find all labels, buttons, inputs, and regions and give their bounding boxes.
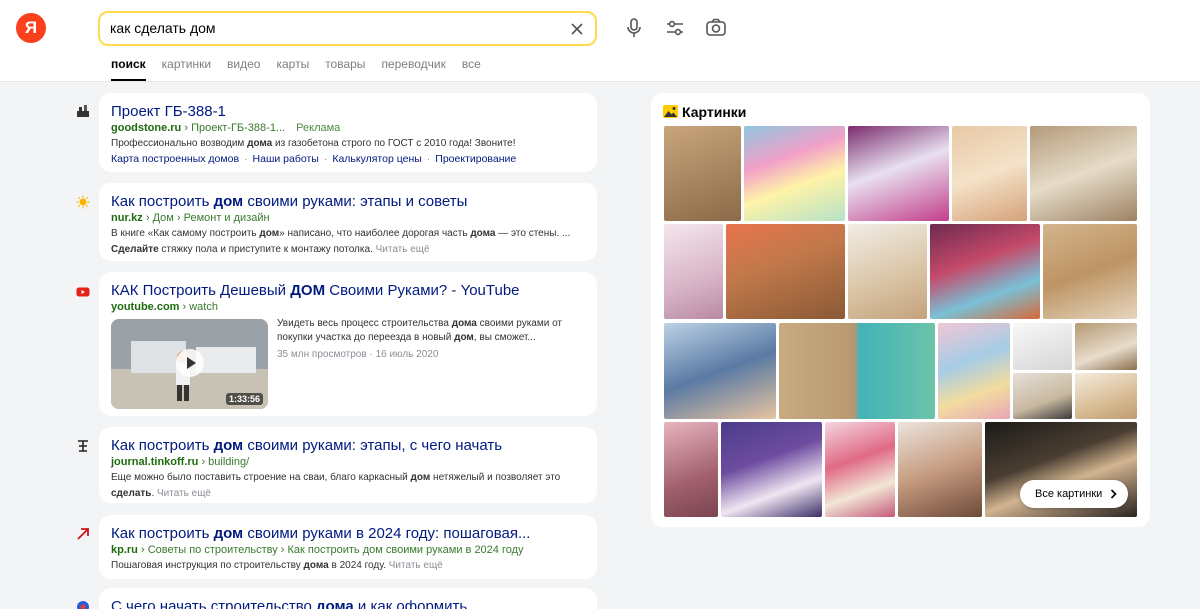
image-thumbnail[interactable] — [726, 224, 845, 319]
result-title[interactable]: КАК Построить Дешевый ДОМ Своими Руками?… — [111, 282, 520, 299]
image-thumbnail[interactable] — [898, 422, 982, 517]
search-result: Как построить дом своими руками: этапы и… — [99, 183, 597, 261]
result-path: › building/ — [201, 456, 250, 468]
result-domain[interactable]: journal.tinkoff.ru — [111, 456, 198, 468]
result-title[interactable]: Как построить дом своими руками в 2024 г… — [111, 525, 530, 542]
search-result: Как построить дом своими руками в 2024 г… — [99, 515, 597, 579]
result-snippet: Еще можно было поставить строение на сва… — [111, 472, 561, 499]
result-url[interactable]: nur.kz › Дом › Ремонт и дизайн — [111, 212, 270, 224]
youtube-favicon — [76, 287, 90, 297]
image-thumbnail[interactable] — [664, 126, 741, 221]
search-input[interactable] — [110, 13, 550, 44]
tab-images[interactable]: картинки — [162, 57, 211, 81]
tab-all[interactable]: все — [462, 57, 481, 81]
result-title[interactable]: Как построить дом своими руками: этапы, … — [111, 437, 502, 454]
search-result: С чего начать строительство дома и как о… — [99, 588, 597, 609]
search-box — [98, 11, 597, 46]
image-thumbnail[interactable] — [952, 126, 1027, 221]
result-url[interactable]: journal.tinkoff.ru › building/ — [111, 456, 249, 468]
image-thumbnail[interactable] — [825, 422, 895, 517]
camera-search-icon[interactable] — [704, 16, 728, 40]
filters-icon[interactable] — [663, 16, 687, 40]
image-thumbnail[interactable] — [664, 224, 723, 319]
result-snippet: Пошаговая инструкция по строительству до… — [111, 560, 443, 571]
ad-label: Реклама — [296, 122, 341, 134]
kp-favicon — [77, 528, 89, 540]
video-meta: 35 млн просмотров · 16 июль 2020 — [277, 349, 439, 360]
sitelink[interactable]: Карта построенных домов — [111, 153, 239, 165]
search-result: Как построить дом своими руками: этапы, … — [99, 427, 597, 503]
video-duration: 1:33:56 — [225, 393, 263, 405]
tab-search[interactable]: поиск — [111, 57, 146, 81]
video-description: Увидеть весь процесс строительства дома … — [277, 318, 563, 343]
result-path: › watch — [182, 301, 218, 313]
chevron-right-icon — [1110, 489, 1117, 499]
search-result-video: КАК Построить Дешевый ДОМ Своими Руками?… — [99, 272, 597, 416]
images-panel: Картинки Все картинки — [651, 93, 1150, 527]
image-thumbnail[interactable] — [938, 323, 1010, 419]
video-thumbnail[interactable]: 1:33:56 — [111, 319, 268, 409]
microphone-icon[interactable] — [622, 16, 646, 40]
result-domain[interactable]: youtube.com — [111, 301, 179, 313]
tab-products[interactable]: товары — [325, 57, 365, 81]
image-thumbnail[interactable] — [664, 323, 776, 419]
site-favicon — [77, 601, 89, 609]
result-domain[interactable]: kp.ru — [111, 544, 138, 556]
search-result: Проект ГБ-388-1 goodstone.ru › Проект-ГБ… — [99, 93, 597, 172]
read-more-link[interactable]: Читать ещё — [157, 488, 211, 499]
all-images-button[interactable]: Все картинки — [1020, 480, 1128, 508]
sitelink[interactable]: Калькулятор цены — [332, 153, 421, 165]
result-path: › Проект-ГБ-388-1... — [184, 122, 286, 134]
tab-maps[interactable]: карты — [276, 57, 309, 81]
image-thumbnail[interactable] — [744, 126, 845, 221]
result-url[interactable]: goodstone.ru › Проект-ГБ-388-1... Реклам… — [111, 122, 340, 134]
image-thumbnail[interactable] — [1013, 323, 1072, 370]
tab-translator[interactable]: переводчик — [381, 57, 445, 81]
image-thumbnail[interactable] — [1075, 373, 1137, 419]
result-domain[interactable]: nur.kz — [111, 212, 143, 224]
result-url[interactable]: youtube.com › watch — [111, 301, 218, 313]
images-icon — [663, 105, 678, 118]
result-path: › Советы по строительству › Как построит… — [140, 544, 524, 556]
result-path: › Дом › Ремонт и дизайн — [145, 212, 270, 224]
image-thumbnail[interactable] — [1013, 373, 1072, 419]
sitelinks: Карта построенных домов · Наши работы · Каль… — [111, 153, 517, 165]
search-tabs: поиск картинки видео карты товары перево… — [111, 57, 497, 81]
header: Я поиск картинки видео карты товары пере… — [0, 0, 1200, 82]
nur-kz-favicon — [76, 195, 90, 209]
image-thumbnail[interactable] — [1075, 323, 1137, 370]
result-title[interactable]: С чего начать строительство дома и как о… — [111, 598, 480, 609]
read-more-link[interactable]: Читать ещё — [389, 560, 443, 571]
image-thumbnail[interactable] — [664, 422, 718, 517]
image-thumbnail[interactable] — [721, 422, 822, 517]
tinkoff-journal-favicon — [78, 440, 88, 452]
image-thumbnail[interactable] — [848, 126, 949, 221]
play-icon[interactable] — [176, 349, 204, 377]
result-snippet: Профессионально возводим дома из газобет… — [111, 138, 516, 149]
result-title[interactable]: Проект ГБ-388-1 — [111, 103, 226, 120]
result-url[interactable]: kp.ru › Советы по строительству › Как по… — [111, 544, 524, 556]
read-more-link[interactable]: Читать ещё — [376, 244, 430, 255]
sitelink[interactable]: Проектирование — [435, 153, 516, 165]
image-thumbnail[interactable] — [779, 323, 935, 419]
sitelink[interactable]: Наши работы — [253, 153, 319, 165]
result-domain[interactable]: goodstone.ru — [111, 122, 181, 134]
image-thumbnail[interactable] — [848, 224, 927, 319]
tab-video[interactable]: видео — [227, 57, 260, 81]
result-snippet: В книге «Как самому построить дом» напис… — [111, 228, 571, 255]
image-thumbnail[interactable] — [930, 224, 1040, 319]
image-thumbnail[interactable] — [1030, 126, 1137, 221]
image-thumbnail[interactable] — [1043, 224, 1137, 319]
yandex-logo[interactable]: Я — [16, 13, 46, 43]
images-title[interactable]: Картинки — [682, 104, 746, 120]
result-title[interactable]: Как построить дом своими руками: этапы и… — [111, 193, 467, 210]
clear-icon[interactable] — [567, 19, 587, 39]
goodstone-favicon — [77, 105, 89, 117]
